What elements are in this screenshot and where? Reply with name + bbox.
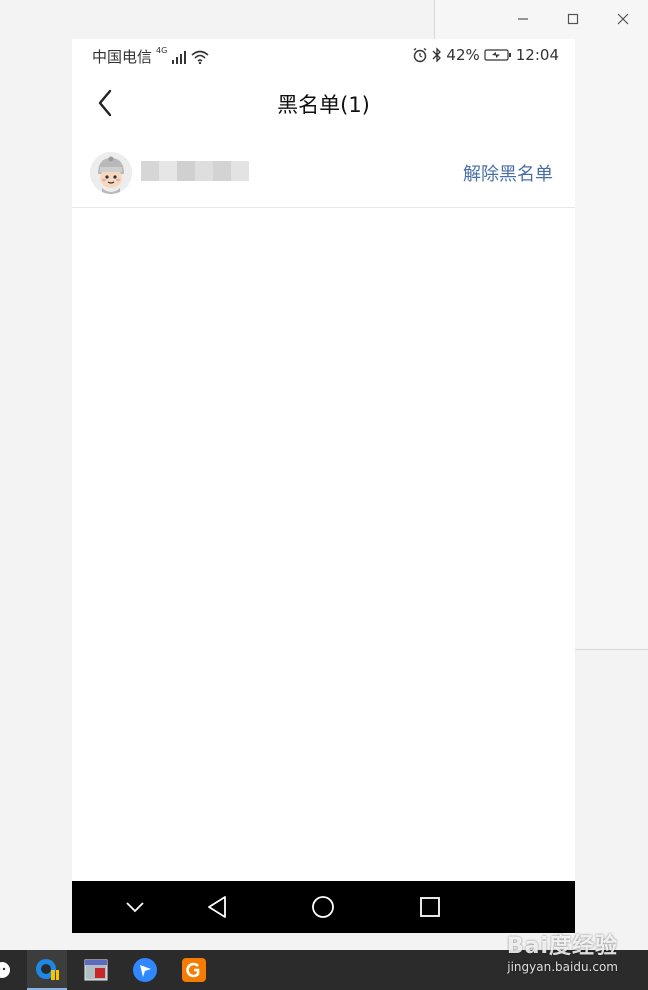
user-avatar-icon (90, 152, 132, 194)
clock: 12:04 (515, 46, 559, 64)
orange-app-icon (182, 958, 206, 982)
nav-back-button[interactable] (202, 881, 232, 933)
alarm-icon (414, 47, 427, 63)
baidu-jingyan-watermark: Bai度经验 jingyan.baidu.com (507, 928, 618, 974)
window-controls (498, 0, 648, 38)
android-nav-bar (72, 881, 575, 933)
watermark-brand: Bai度经验 (506, 934, 618, 959)
circle-home-icon (312, 896, 334, 918)
close-button[interactable] (598, 0, 648, 38)
chevron-down-icon (126, 902, 144, 913)
app-window-icon (84, 959, 108, 981)
unblock-button[interactable]: 解除黑名单 (463, 160, 553, 186)
bird-app-icon (133, 958, 157, 982)
avatar[interactable] (90, 152, 132, 194)
carrier-label: 中国电信 (92, 48, 153, 66)
bluetooth-icon (432, 47, 442, 63)
square-recents-icon (420, 897, 440, 917)
nav-recents-button[interactable] (415, 881, 445, 933)
maximize-icon (567, 13, 579, 25)
taskbar-app-window[interactable] (76, 950, 116, 990)
nav-home-button[interactable] (308, 881, 338, 933)
status-bar: 中国电信 4G 42% 12:04 (72, 39, 575, 71)
status-left: 中国电信 4G (92, 46, 209, 67)
wifi-icon (191, 50, 209, 64)
taskbar-wechat[interactable] (0, 950, 14, 990)
network-type: 4G (156, 46, 168, 55)
battery-charging-icon (484, 49, 511, 61)
maximize-button[interactable] (548, 0, 598, 38)
battery-percent: 42% (446, 46, 480, 64)
triangle-back-icon (208, 896, 226, 918)
signal-icon (172, 50, 187, 64)
wechat-icon (0, 962, 10, 978)
status-right: 42% 12:04 (412, 46, 559, 64)
phone-screen: 中国电信 4G 42% 12:04 黑名单(1) 解除黑名单 (72, 39, 575, 933)
watermark-url: jingyan.baidu.com (507, 960, 618, 974)
minimize-button[interactable] (498, 0, 548, 38)
taskbar-feishu[interactable] (125, 950, 165, 990)
browser-icon (36, 959, 59, 980)
taskbar-ie[interactable] (27, 950, 67, 990)
app-bar: 黑名单(1) (72, 75, 575, 131)
nav-collapse-button[interactable] (120, 881, 150, 933)
taskbar-orange-app[interactable] (174, 950, 214, 990)
desktop: 中国电信 4G 42% 12:04 黑名单(1) 解除黑名单 Bai度经验 ji… (0, 0, 648, 990)
page-title: 黑名单(1) (277, 93, 370, 117)
minimize-icon (518, 18, 528, 20)
blocked-user-row: 解除黑名单 (72, 141, 575, 208)
blurred-username (141, 161, 249, 181)
close-icon (617, 13, 629, 25)
